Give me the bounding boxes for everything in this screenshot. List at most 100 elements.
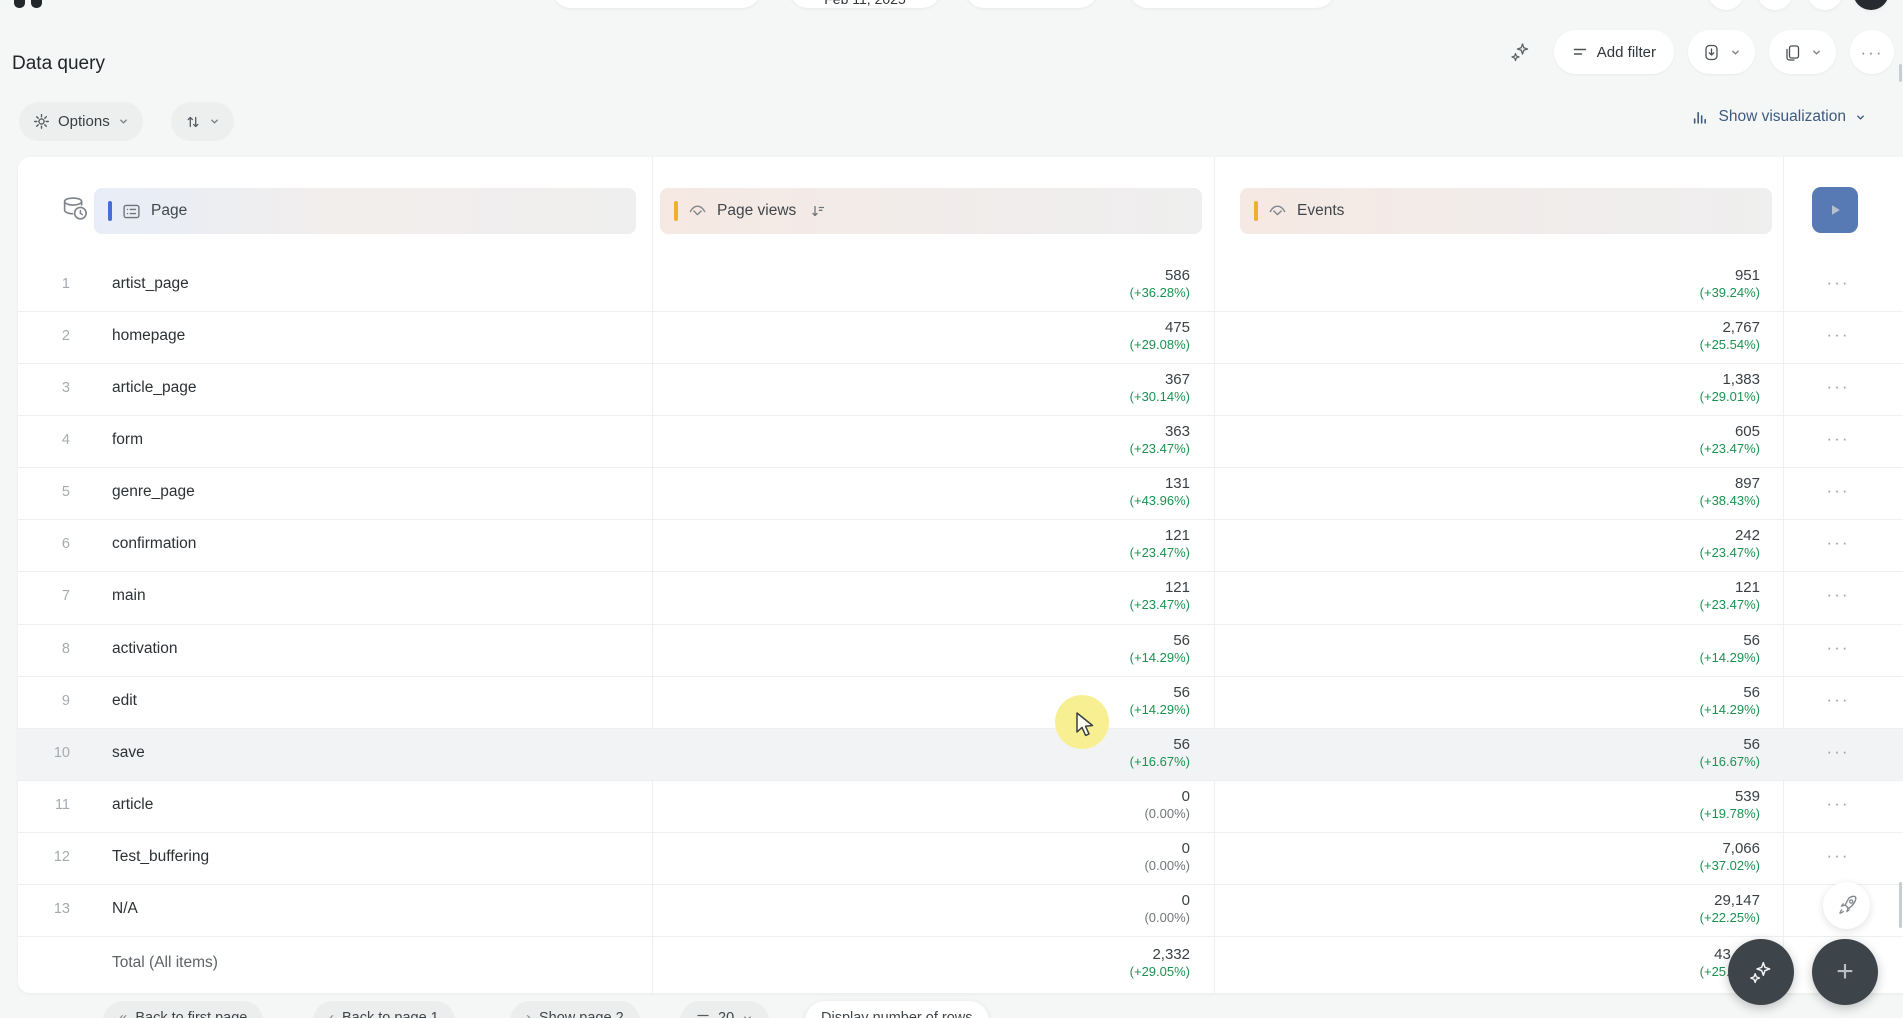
page-name-cell: article — [112, 795, 154, 813]
scrollbar-thumb[interactable] — [1899, 64, 1902, 82]
page-views-cell: 121 (+23.47%) — [1129, 579, 1190, 613]
row-number: 3 — [61, 380, 70, 397]
table-row[interactable]: 13 N/A 0 (0.00%) 29,147 (+22.25%) ··· — [18, 885, 1903, 938]
header-actions: Add filter ··· — [1500, 30, 1894, 74]
export-button[interactable] — [1688, 30, 1755, 74]
back-to-first-page-label: Back to first page — [135, 1010, 248, 1018]
sort-button[interactable] — [171, 102, 234, 141]
duplicate-button[interactable] — [1769, 30, 1836, 74]
launch-button[interactable] — [1823, 882, 1870, 929]
page-name-cell: N/A — [112, 899, 138, 917]
eye-icon — [689, 205, 706, 215]
row-more-button[interactable]: ··· — [1818, 638, 1858, 658]
events-cell: 897 (+38.43%) — [1699, 475, 1760, 509]
total-label: Total (All items) — [112, 954, 218, 971]
chevron-down-icon — [119, 119, 127, 124]
add-filter-button[interactable]: Add filter — [1553, 30, 1674, 74]
row-more-button[interactable]: ··· — [1818, 429, 1858, 449]
ai-sparkle-button[interactable] — [1500, 32, 1540, 72]
list-icon — [123, 204, 140, 218]
add-filter-label: Add filter — [1596, 43, 1656, 61]
page-views-cell: 475 (+29.08%) — [1129, 319, 1190, 353]
page-views-cell: 56 (+14.29%) — [1129, 631, 1190, 665]
column-label: Page — [151, 202, 188, 219]
filter-icon — [1573, 48, 1586, 55]
show-visualization-toggle[interactable]: Show visualization — [1692, 108, 1866, 126]
column-header-page-views[interactable]: Page views — [660, 188, 1202, 234]
topbar-icon-button[interactable] — [1708, 0, 1744, 10]
row-number: 5 — [61, 484, 70, 501]
row-more-button[interactable]: ··· — [1818, 481, 1858, 501]
show-page-2-button[interactable]: › Show page 2 — [510, 1001, 640, 1018]
run-query-button[interactable] — [1812, 187, 1858, 233]
page-name-cell: Test_buffering — [112, 847, 210, 865]
chevron-down-icon — [1732, 49, 1739, 55]
total-page-views-cell: 2,332 (+29.05%) — [1129, 946, 1190, 979]
chevron-down-icon — [1857, 114, 1864, 120]
display-rows-label: Display number of rows — [821, 1010, 973, 1018]
events-cell: 29,147 (+22.25%) — [1699, 891, 1760, 925]
app-logo-icon — [31, 0, 42, 8]
row-more-button[interactable]: ··· — [1818, 585, 1858, 605]
row-more-button[interactable]: ··· — [1818, 690, 1858, 710]
back-to-page-1-button[interactable]: ‹ Back to page 1 — [313, 1001, 455, 1018]
row-more-button[interactable]: ··· — [1818, 377, 1858, 397]
row-more-button[interactable]: ··· — [1818, 742, 1858, 762]
column-header-events[interactable]: Events — [1240, 188, 1772, 234]
column-label: Events — [1297, 202, 1345, 219]
table-row[interactable]: 12 Test_buffering 0 (0.00%) 7,066 (+37.0… — [18, 833, 1903, 885]
table-row[interactable]: 11 article 0 (0.00%) 539 (+19.78%) ··· — [18, 781, 1903, 833]
download-icon — [1705, 44, 1718, 60]
topbar-pill[interactable] — [552, 0, 761, 8]
topbar-icon-button[interactable] — [1757, 0, 1793, 10]
sort-arrows-icon — [187, 116, 199, 127]
page-views-cell: 56 (+14.29%) — [1129, 683, 1190, 717]
avatar[interactable] — [1853, 0, 1889, 10]
table-row[interactable]: 10 save 56 (+16.67%) 56 (+16.67%) ··· — [18, 728, 1903, 781]
table-row[interactable]: 2 homepage 475 (+29.08%) 2,767 (+25.54%)… — [18, 312, 1903, 365]
row-more-button[interactable]: ··· — [1818, 533, 1858, 553]
table-row[interactable]: 4 form 363 (+23.47%) 605 (+23.47%) ··· — [18, 416, 1903, 469]
chevron-left-icon: ‹ — [329, 1009, 334, 1018]
more-options-button[interactable]: ··· — [1850, 30, 1894, 74]
ai-assistant-fab[interactable] — [1728, 939, 1794, 1005]
table-row[interactable]: 8 activation 56 (+14.29%) 56 (+14.29%) ·… — [18, 625, 1903, 677]
topbar-pill[interactable] — [1129, 0, 1335, 8]
double-chevron-left-icon: « — [119, 1009, 128, 1018]
table-row[interactable]: 6 confirmation 121 (+23.47%) 242 (+23.47… — [18, 520, 1903, 573]
table-row[interactable]: 9 edit 56 (+14.29%) 56 (+14.29%) ··· — [18, 677, 1903, 729]
page-name-cell: confirmation — [112, 535, 197, 553]
row-number: 2 — [61, 328, 70, 345]
row-more-button[interactable]: ··· — [1818, 794, 1858, 814]
events-cell: 56 (+14.29%) — [1699, 631, 1760, 665]
table-row[interactable]: 5 genre_page 131 (+43.96%) 897 (+38.43%)… — [18, 468, 1903, 521]
app-screen: Feb 11, 2025 Data query Add filter — [0, 0, 1903, 1018]
page-size-select[interactable]: 20 — [680, 1001, 770, 1018]
chevron-down-icon — [744, 1016, 752, 1018]
scrollbar-thumb[interactable] — [1899, 882, 1902, 928]
row-number: 12 — [53, 848, 70, 865]
display-rows-tooltip: Display number of rows — [805, 1001, 989, 1018]
topbar-pill[interactable] — [965, 0, 1098, 8]
events-cell: 121 (+23.47%) — [1699, 579, 1760, 613]
table-row[interactable]: 1 artist_page 586 (+36.28%) 951 (+39.24%… — [18, 260, 1903, 313]
row-more-button[interactable]: ··· — [1818, 273, 1858, 293]
page-name-cell: main — [112, 587, 146, 605]
row-more-button[interactable]: ··· — [1818, 846, 1858, 866]
events-cell: 242 (+23.47%) — [1699, 527, 1760, 561]
add-new-fab[interactable]: + — [1812, 939, 1878, 1005]
row-more-button[interactable]: ··· — [1818, 325, 1858, 345]
topbar-date-pill[interactable]: Feb 11, 2025 — [789, 0, 941, 8]
page-views-cell: 0 (0.00%) — [1144, 787, 1190, 821]
sort-descending-icon[interactable] — [810, 203, 826, 219]
column-header-page[interactable]: Page — [94, 188, 636, 234]
topbar-icon-button[interactable] — [1807, 0, 1843, 10]
events-cell: 2,767 (+25.54%) — [1699, 319, 1760, 353]
back-to-first-page-button[interactable]: « Back to first page — [103, 1001, 264, 1018]
row-number: 11 — [54, 796, 70, 813]
table-row[interactable]: 3 article_page 367 (+30.14%) 1,383 (+29.… — [18, 364, 1903, 417]
table-row[interactable]: 7 main 121 (+23.47%) 121 (+23.47%) ··· — [18, 572, 1903, 625]
data-source-icon[interactable] — [60, 194, 90, 224]
events-cell: 7,066 (+37.02%) — [1699, 839, 1760, 873]
options-button[interactable]: Options — [19, 102, 143, 141]
